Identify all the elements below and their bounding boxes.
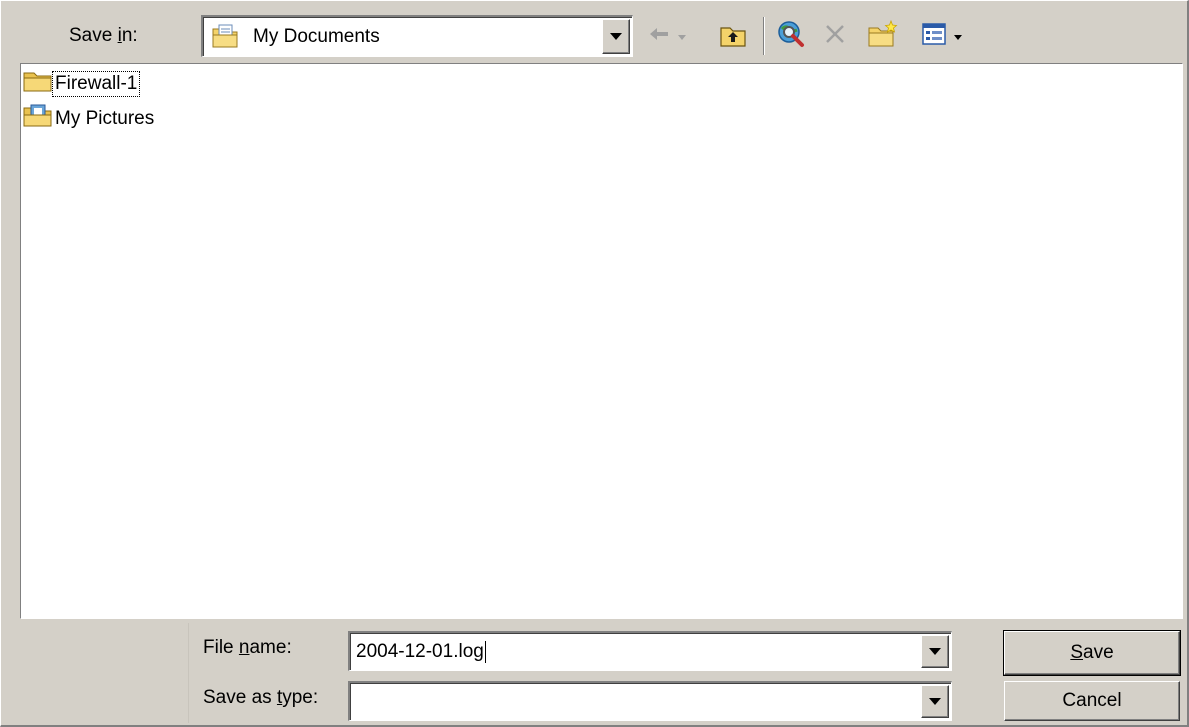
file-name-dropdown-button[interactable] (921, 635, 949, 668)
search-web-button[interactable] (771, 19, 811, 55)
list-item-my-pictures[interactable]: My Pictures (23, 103, 156, 135)
views-menu-button[interactable] (911, 21, 973, 53)
cancel-button[interactable]: Cancel (1004, 681, 1180, 721)
save-button-label: Save (1070, 642, 1114, 663)
chevron-down-icon (954, 34, 962, 40)
places-bar (20, 623, 189, 723)
back-arrow-icon (648, 26, 672, 48)
file-name-value: 2004-12-01.log (356, 641, 484, 662)
file-list[interactable]: Firewall-1 My Pictures (20, 63, 1183, 619)
chevron-down-icon (929, 698, 941, 705)
save-in-dropdown-button[interactable] (602, 19, 630, 54)
save-as-type-combo[interactable] (348, 681, 952, 721)
save-as-dialog: Save in: My Documents Firewall-1 My Pict… (0, 0, 1189, 727)
back-history-arrow-icon (678, 34, 686, 40)
up-folder-icon (719, 22, 747, 54)
new-folder-icon (867, 19, 899, 54)
save-in-combo[interactable]: My Documents (201, 15, 633, 57)
save-in-label: Save in: (69, 25, 138, 46)
pictures-folder-icon (23, 103, 53, 135)
create-new-folder-button[interactable] (863, 19, 903, 55)
save-in-value: My Documents (253, 26, 380, 47)
chevron-down-icon (610, 33, 622, 40)
delete-icon (823, 22, 847, 52)
search-web-icon (776, 19, 806, 55)
file-name-label: File name: (203, 637, 292, 658)
save-as-type-dropdown-button[interactable] (921, 685, 949, 718)
file-name-field[interactable]: 2004-12-01.log (348, 631, 952, 671)
list-item-label: Firewall-1 (51, 71, 141, 97)
save-as-type-label: Save as type: (203, 687, 319, 708)
my-documents-icon (211, 23, 239, 55)
list-item-firewall-1[interactable]: Firewall-1 (23, 69, 141, 99)
back-button[interactable] (647, 21, 687, 53)
list-item-label: My Pictures (55, 108, 155, 129)
chevron-down-icon (929, 648, 941, 655)
save-button[interactable]: Save (1003, 630, 1181, 676)
folder-icon (23, 69, 53, 99)
delete-button[interactable] (817, 19, 853, 55)
views-menu-icon (922, 23, 946, 51)
up-one-level-button[interactable] (715, 21, 751, 55)
text-caret (485, 641, 486, 663)
cancel-button-label: Cancel (1062, 690, 1122, 711)
toolbar-separator (763, 17, 765, 55)
